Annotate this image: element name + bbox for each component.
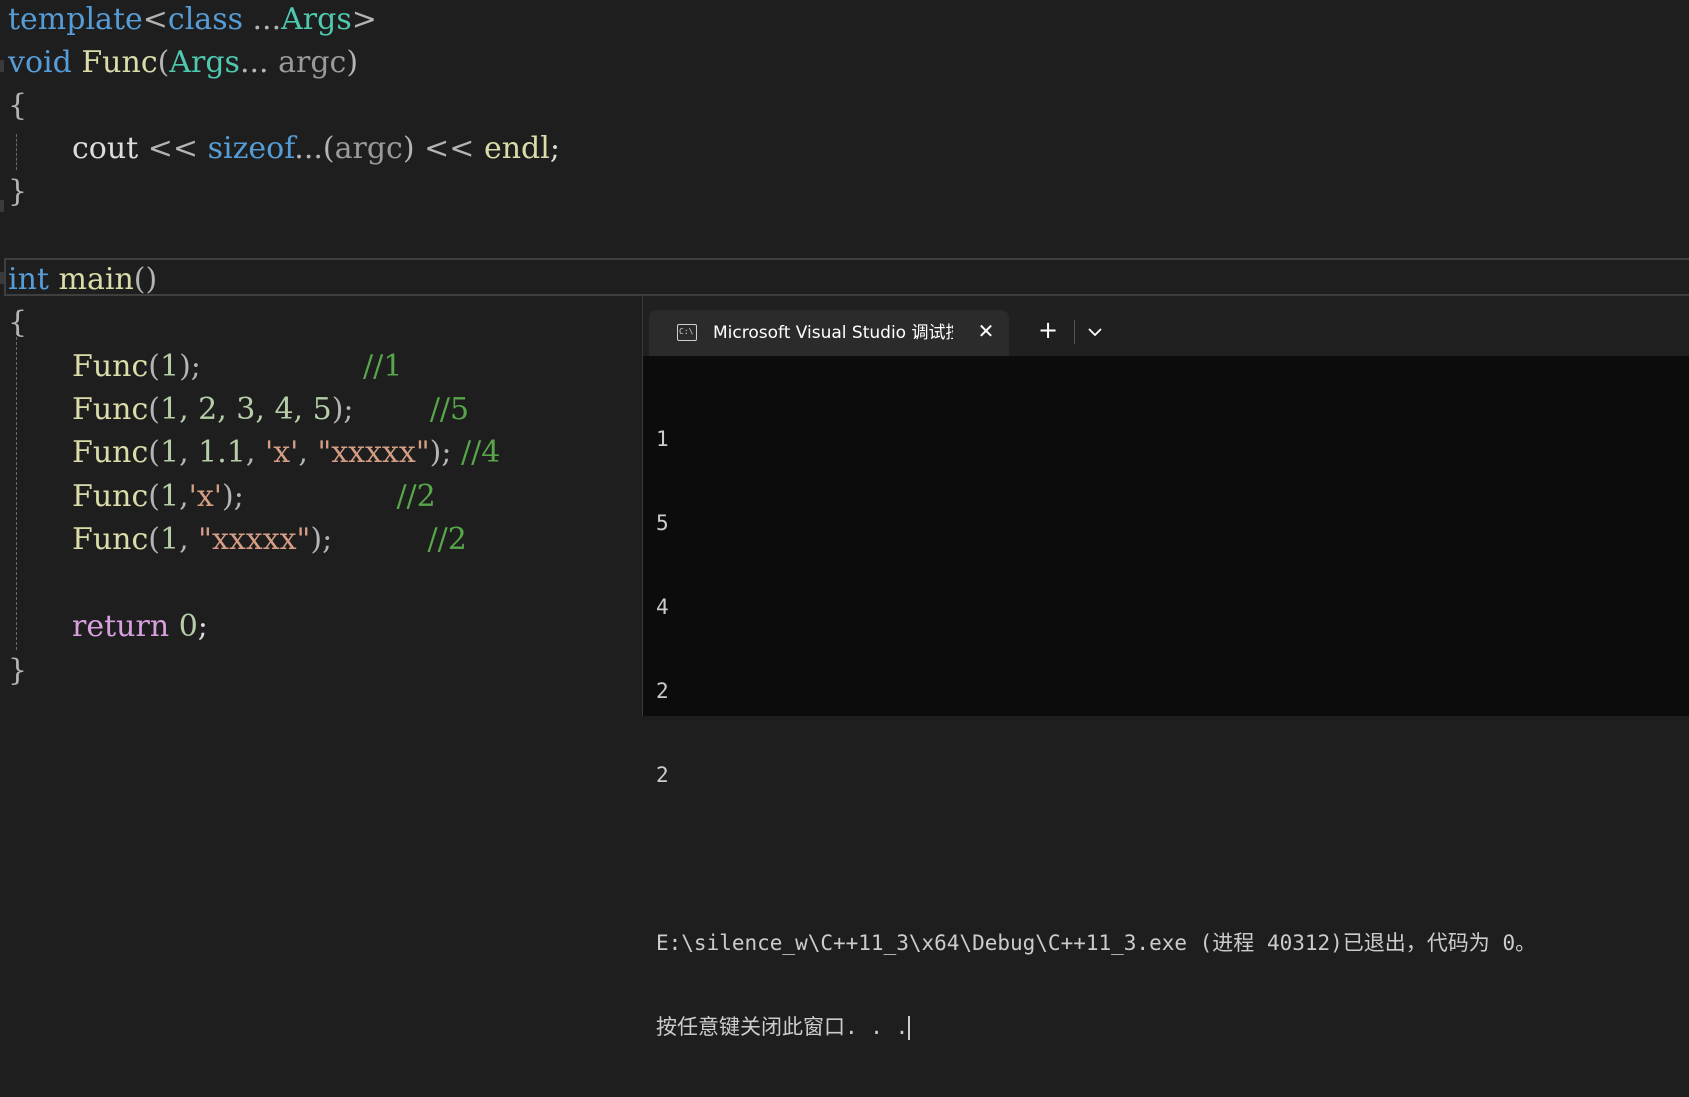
debug-console-window[interactable]: C:\ Microsoft Visual Studio 调试控 ✕ + 1 5 … <box>642 295 1689 1040</box>
code-line-main: int main() <box>8 262 158 297</box>
code-line-open-brace: { <box>8 88 28 123</box>
code-line-close-brace: } <box>8 174 28 209</box>
fold-marker[interactable] <box>0 272 4 284</box>
code-line-call: Func(1,'x'); //2 <box>72 479 436 514</box>
terminal-titlebar[interactable]: C:\ Microsoft Visual Studio 调试控 ✕ + <box>643 296 1689 356</box>
titlebar-divider <box>1074 320 1075 344</box>
code-line-call: Func(1); //1 <box>72 349 403 384</box>
code-line-close-brace: } <box>8 653 28 688</box>
indent-guide <box>16 332 17 650</box>
code-line-return: return 0; <box>72 609 208 644</box>
output-line: 2 <box>656 679 669 703</box>
text-cursor <box>908 1016 911 1040</box>
output-line: 4 <box>656 595 669 619</box>
code-line-call: Func(1, 2, 3, 4, 5); //5 <box>72 392 470 427</box>
console-icon: C:\ <box>677 324 697 341</box>
code-line-call: Func(1, "xxxxx"); //2 <box>72 522 467 557</box>
output-line: 2 <box>656 763 669 787</box>
code-line-open-brace: { <box>8 305 28 340</box>
close-tab-icon[interactable]: ✕ <box>975 319 997 343</box>
indent-guide <box>16 134 17 170</box>
code-line-template: template<class ...Args> <box>8 2 377 37</box>
terminal-tab-title: Microsoft Visual Studio 调试控 <box>713 323 953 343</box>
output-line: 5 <box>656 511 669 535</box>
fold-marker[interactable] <box>0 200 4 212</box>
chevron-down-icon[interactable] <box>1083 320 1107 344</box>
terminal-output[interactable]: 1 5 4 2 2 E:\silence_w\C++11_3\x64\Debug… <box>656 369 1689 1097</box>
code-line-call: Func(1, 1.1, 'x', "xxxxx"); //4 <box>72 435 501 470</box>
prompt-message: 按任意键关闭此窗口. . . <box>656 1015 909 1039</box>
prompt-line: 按任意键关闭此窗口. . . <box>656 1013 1689 1041</box>
terminal-tab[interactable]: C:\ Microsoft Visual Studio 调试控 ✕ <box>649 310 1009 356</box>
current-line-highlight <box>4 258 1689 296</box>
fold-marker[interactable] <box>0 60 4 72</box>
code-line-func-signature: void Func(Args... argc) <box>8 45 359 80</box>
new-tab-button[interactable]: + <box>1033 318 1063 344</box>
exit-message: E:\silence_w\C++11_3\x64\Debug\C++11_3.e… <box>656 931 1537 955</box>
code-line-cout: cout << sizeof...(argc) << endl; <box>72 131 560 166</box>
output-line: 1 <box>656 427 669 451</box>
